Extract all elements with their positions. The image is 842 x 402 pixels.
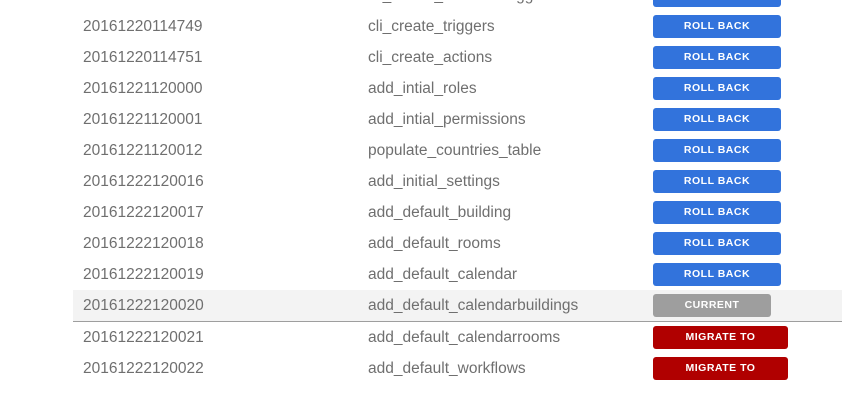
migration-row: 20161222120018 add_default_rooms ROLL BA… [73, 228, 842, 259]
migration-id: 20161222120018 [83, 235, 204, 252]
migration-row: 20161221120000 add_intial_roles ROLL BAC… [73, 73, 842, 104]
migration-id: 20161222120021 [83, 329, 204, 346]
migration-name: cli_create_workflowtriggers [368, 0, 555, 11]
migration-row: 20161222120017 add_default_building ROLL… [73, 197, 842, 228]
migration-row: 20161222120021 add_default_calendarrooms… [73, 322, 842, 353]
migration-name: add_default_workflows [368, 360, 526, 377]
migration-name: cli_create_actions [368, 49, 493, 66]
migration-id: 20161222120022 [83, 360, 204, 377]
roll-back-button[interactable]: ROLL BACK [653, 232, 781, 255]
migration-id: 20161221120000 [83, 80, 203, 97]
roll-back-button[interactable]: ROLL BACK [653, 263, 781, 286]
migration-row: 20161222120020 add_default_calendarbuild… [73, 290, 842, 322]
migration-row: 20161220114748 cli_create_workflowtrigge… [73, 0, 842, 11]
migration-row: 20161220114751 cli_create_actions ROLL B… [73, 42, 842, 73]
migration-id: 20161220114751 [83, 49, 203, 66]
migration-id: 20161222120017 [83, 204, 204, 221]
migration-name: add_initial_settings [368, 173, 500, 190]
migration-id: 20161220114749 [83, 18, 203, 35]
migration-row: 20161222120022 add_default_workflows MIG… [73, 353, 842, 384]
migration-id: 20161222120019 [83, 266, 204, 283]
migration-name: add_default_calendar [368, 266, 518, 283]
roll-back-button[interactable]: ROLL BACK [653, 15, 781, 38]
migration-id: 20161222120020 [83, 297, 204, 314]
roll-back-button[interactable]: ROLL BACK [653, 0, 781, 7]
migrate-to-button[interactable]: MIGRATE TO [653, 326, 788, 349]
roll-back-button[interactable]: ROLL BACK [653, 46, 781, 69]
migrations-table: 20161220114748 cli_create_workflowtrigge… [73, 0, 842, 384]
migration-row: 20161221120012 populate_countries_table … [73, 135, 842, 166]
migration-name: add_default_calendarrooms [368, 329, 561, 346]
roll-back-button[interactable]: ROLL BACK [653, 77, 781, 100]
migration-name: add_intial_roles [368, 80, 477, 97]
migration-name: add_intial_permissions [368, 111, 526, 128]
roll-back-button[interactable]: ROLL BACK [653, 201, 781, 224]
migration-row: 20161222120019 add_default_calendar ROLL… [73, 259, 842, 290]
migration-id: 20161222120016 [83, 173, 204, 190]
migration-id: 20161221120012 [83, 142, 203, 159]
migration-name: populate_countries_table [368, 142, 542, 159]
migration-row: 20161222120016 add_initial_settings ROLL… [73, 166, 842, 197]
roll-back-button[interactable]: ROLL BACK [653, 108, 781, 131]
migration-name: add_default_calendarbuildings [368, 297, 579, 314]
migration-id: 20161220114748 [83, 0, 203, 11]
migration-name: cli_create_triggers [368, 18, 495, 35]
migration-row: 20161220114749 cli_create_triggers ROLL … [73, 11, 842, 42]
migration-name: add_default_building [368, 204, 512, 221]
migration-id: 20161221120001 [83, 111, 203, 128]
migration-row: 20161221120001 add_intial_permissions RO… [73, 104, 842, 135]
migration-name: add_default_rooms [368, 235, 501, 252]
migrate-to-button[interactable]: MIGRATE TO [653, 357, 788, 380]
current-button: CURRENT [653, 294, 771, 317]
roll-back-button[interactable]: ROLL BACK [653, 170, 781, 193]
roll-back-button[interactable]: ROLL BACK [653, 139, 781, 162]
